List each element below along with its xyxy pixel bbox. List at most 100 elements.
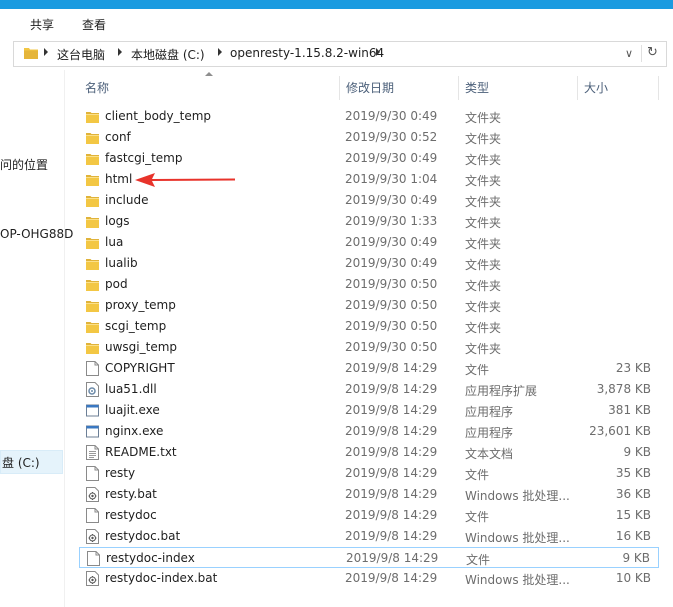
bat-icon <box>86 487 99 502</box>
file-row[interactable]: restydoc-index 2019/9/8 14:29 文件 9 KB <box>79 547 659 568</box>
file-size: 35 KB <box>615 466 651 480</box>
file-row[interactable]: pod 2019/9/30 0:50 文件夹 <box>79 274 659 295</box>
file-type: Windows 批处理... <box>465 573 570 587</box>
file-icon <box>86 361 99 376</box>
file-row[interactable]: README.txt 2019/9/8 14:29 文本文档 9 KB <box>79 442 659 463</box>
file-row[interactable]: COPYRIGHT 2019/9/8 14:29 文件 23 KB <box>79 358 659 379</box>
file-name: restydoc-index.bat <box>105 571 218 585</box>
file-type: 文件夹 <box>465 195 502 209</box>
file-name: fastcgi_temp <box>105 151 183 165</box>
breadcrumb-separator-icon[interactable] <box>218 48 222 56</box>
folder-icon <box>86 299 99 312</box>
file-row[interactable]: restydoc.bat 2019/9/8 14:29 Windows 批处理...… <box>79 526 659 547</box>
file-row[interactable]: restydoc-index.bat 2019/9/8 14:29 Windows … <box>79 568 659 589</box>
file-name: pod <box>105 277 128 291</box>
file-modified-date: 2019/9/30 0:50 <box>345 298 438 312</box>
refresh-icon[interactable]: ↻ <box>647 45 658 60</box>
file-name: README.txt <box>105 445 177 459</box>
column-header-size[interactable]: 大小 <box>578 76 659 100</box>
column-header-name[interactable]: 名称 <box>79 76 340 100</box>
file-modified-date: 2019/9/30 0:49 <box>345 235 438 249</box>
file-row[interactable]: client_body_temp 2019/9/30 0:49 文件夹 <box>79 106 659 127</box>
nav-item-local-disk[interactable]: 盘 (C:) <box>2 454 40 471</box>
file-row[interactable]: resty.bat 2019/9/8 14:29 Windows 批处理... 36 … <box>79 484 659 505</box>
file-name: conf <box>105 130 131 144</box>
file-size: 3,878 KB <box>596 382 651 396</box>
file-name: client_body_temp <box>105 109 212 123</box>
file-name: scgi_temp <box>105 319 167 333</box>
bat-icon <box>86 529 99 544</box>
file-type: 文件夹 <box>465 321 502 335</box>
file-type: 应用程序扩展 <box>465 384 538 398</box>
nav-item-network-pc[interactable]: OP-OHG88D <box>0 227 73 241</box>
file-size: 10 KB <box>615 571 651 585</box>
file-type: 文件夹 <box>465 237 502 251</box>
column-header-type[interactable]: 类型 <box>459 76 578 100</box>
breadcrumb-separator-icon[interactable] <box>376 48 380 56</box>
file-row[interactable]: uwsgi_temp 2019/9/30 0:50 文件夹 <box>79 337 659 358</box>
file-modified-date: 2019/9/30 0:49 <box>345 256 438 270</box>
file-row[interactable]: luajit.exe 2019/9/8 14:29 应用程序 381 KB <box>79 400 659 421</box>
file-modified-date: 2019/9/8 14:29 <box>345 571 438 585</box>
file-modified-date: 2019/9/8 14:29 <box>345 382 438 396</box>
tab-share[interactable]: 共享 <box>30 16 54 33</box>
file-type: 文件夹 <box>465 342 502 356</box>
file-row[interactable]: lua 2019/9/30 0:49 文件夹 <box>79 232 659 253</box>
file-row[interactable]: fastcgi_temp 2019/9/30 0:49 文件夹 <box>79 148 659 169</box>
address-divider <box>641 45 642 62</box>
dll-icon <box>86 382 99 397</box>
file-row[interactable]: lualib 2019/9/30 0:49 文件夹 <box>79 253 659 274</box>
file-name: COPYRIGHT <box>105 361 175 375</box>
file-row[interactable]: resty 2019/9/8 14:29 文件 35 KB <box>79 463 659 484</box>
file-row[interactable]: proxy_temp 2019/9/30 0:50 文件夹 <box>79 295 659 316</box>
file-row[interactable]: nginx.exe 2019/9/8 14:29 应用程序 23,601 KB <box>79 421 659 442</box>
navigation-pane-divider <box>64 70 65 607</box>
breadcrumb-openresty[interactable]: openresty-1.15.8.2-win64 <box>230 46 384 60</box>
file-row[interactable]: include 2019/9/30 0:49 文件夹 <box>79 190 659 211</box>
breadcrumb-local-disk[interactable]: 本地磁盘 (C:) <box>131 46 205 63</box>
file-name: proxy_temp <box>105 298 176 312</box>
file-row[interactable]: restydoc 2019/9/8 14:29 文件 15 KB <box>79 505 659 526</box>
file-modified-date: 2019/9/30 1:33 <box>345 214 438 228</box>
file-type: 文件 <box>466 553 491 567</box>
nav-item-recent[interactable]: 问的位置 <box>0 156 48 173</box>
file-type: 文件夹 <box>465 132 502 146</box>
file-type: 文件 <box>465 510 490 524</box>
file-name: restydoc <box>105 508 157 522</box>
file-type: 文件夹 <box>465 300 502 314</box>
exe-icon <box>86 403 99 418</box>
file-modified-date: 2019/9/30 0:49 <box>345 193 438 207</box>
address-bar[interactable]: 这台电脑 本地磁盘 (C:) openresty-1.15.8.2-win64 … <box>13 41 667 67</box>
column-header-date[interactable]: 修改日期 <box>340 76 459 100</box>
file-name: lualib <box>105 256 138 270</box>
folder-icon <box>86 194 99 207</box>
file-modified-date: 2019/9/30 0:52 <box>345 130 438 144</box>
chevron-down-icon[interactable]: ∨ <box>625 47 633 60</box>
file-modified-date: 2019/9/30 0:49 <box>345 151 438 165</box>
file-type: 应用程序 <box>465 426 514 440</box>
file-size: 9 KB <box>622 551 650 565</box>
file-modified-date: 2019/9/30 1:04 <box>345 172 438 186</box>
breadcrumb-separator-icon[interactable] <box>44 48 48 56</box>
bat-icon <box>86 571 99 586</box>
file-name: resty.bat <box>105 487 157 501</box>
file-row[interactable]: logs 2019/9/30 1:33 文件夹 <box>79 211 659 232</box>
file-row[interactable]: conf 2019/9/30 0:52 文件夹 <box>79 127 659 148</box>
file-icon <box>86 466 99 481</box>
file-row[interactable]: lua51.dll 2019/9/8 14:29 应用程序扩展 3,878 KB <box>79 379 659 400</box>
file-modified-date: 2019/9/8 14:29 <box>345 403 438 417</box>
file-icon <box>86 508 99 523</box>
breadcrumb-this-pc[interactable]: 这台电脑 <box>57 46 105 63</box>
file-modified-date: 2019/9/30 0:50 <box>345 277 438 291</box>
breadcrumb-separator-icon[interactable] <box>118 48 122 56</box>
file-row[interactable]: scgi_temp 2019/9/30 0:50 文件夹 <box>79 316 659 337</box>
file-modified-date: 2019/9/8 14:29 <box>345 529 438 543</box>
file-name: nginx.exe <box>105 424 164 438</box>
annotation-arrow <box>135 173 235 187</box>
file-modified-date: 2019/9/8 14:29 <box>345 361 438 375</box>
tab-view[interactable]: 查看 <box>82 16 106 33</box>
file-name: html <box>105 172 133 186</box>
file-modified-date: 2019/9/8 14:29 <box>345 424 438 438</box>
file-type: 文件夹 <box>465 279 502 293</box>
file-icon <box>87 551 100 566</box>
